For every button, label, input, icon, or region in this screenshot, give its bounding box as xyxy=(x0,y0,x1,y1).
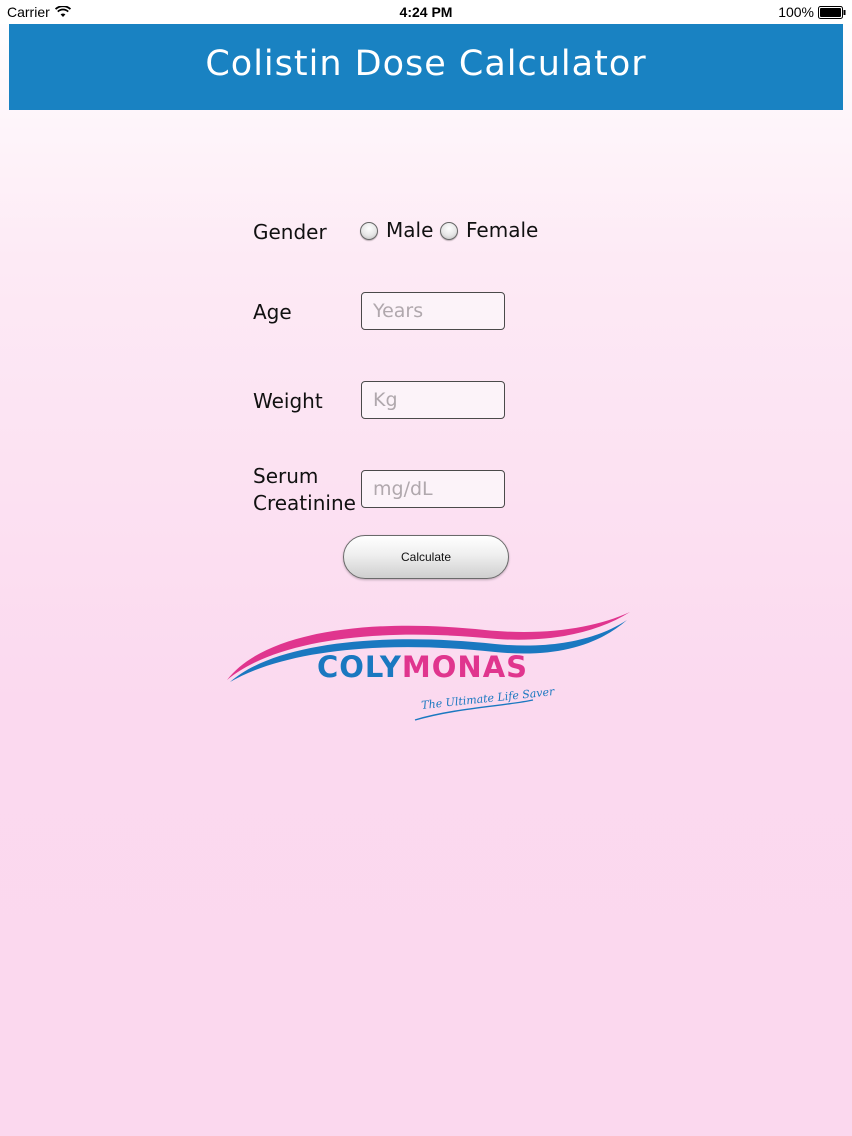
gender-female-label[interactable]: Female xyxy=(466,218,538,242)
creatinine-label-line1: Serum xyxy=(253,464,319,488)
status-time: 4:24 PM xyxy=(399,4,453,20)
gender-male-radio[interactable] xyxy=(360,222,378,240)
gender-label: Gender xyxy=(253,220,327,244)
weight-input[interactable] xyxy=(361,381,505,419)
battery-icon xyxy=(818,6,846,22)
logo-wordmark-coly: COLY xyxy=(317,650,402,684)
battery-percentage: 100% xyxy=(778,4,814,20)
creatinine-input[interactable] xyxy=(361,470,505,508)
age-input[interactable] xyxy=(361,292,505,330)
logo-wordmark-monas: MONAS xyxy=(401,650,529,684)
page-title: Colistin Dose Calculator xyxy=(205,44,647,84)
status-bar: Carrier 4:24 PM 100% xyxy=(0,0,852,24)
calculate-button[interactable]: Calculate xyxy=(343,535,509,579)
gender-male-label[interactable]: Male xyxy=(386,218,433,242)
logo-wordmark: COLYMONAS xyxy=(317,650,528,684)
gender-female-radio[interactable] xyxy=(440,222,458,240)
creatinine-label-line2: Creatinine xyxy=(253,491,356,515)
title-bar: Colistin Dose Calculator xyxy=(9,24,843,110)
colymonas-logo: COLYMONAS The Ultimate Life Saver xyxy=(225,608,635,728)
age-label: Age xyxy=(253,300,292,324)
weight-label: Weight xyxy=(253,389,323,413)
